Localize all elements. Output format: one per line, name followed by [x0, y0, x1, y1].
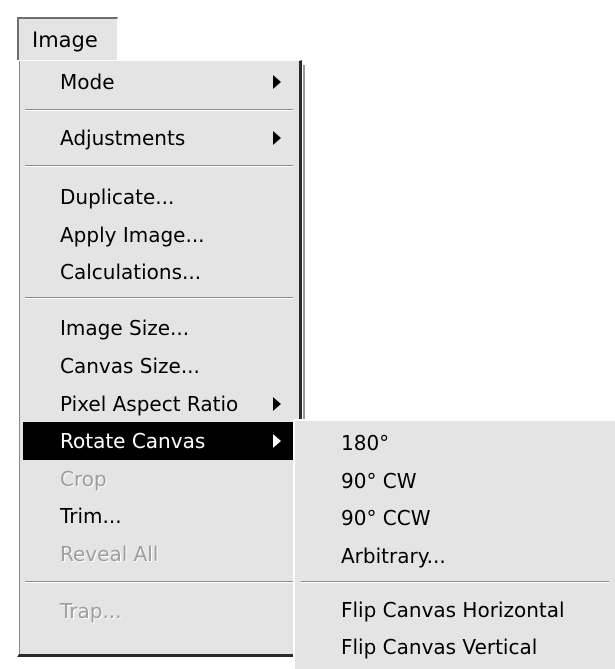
- menu-item-label: Pixel Aspect Ratio: [60, 392, 239, 416]
- screenshot-root: Image Mode Adjustments Duplicate... Appl…: [0, 0, 615, 669]
- menu-item-reveal-all[interactable]: Reveal All: [23, 535, 295, 573]
- submenu-item-arbitrary[interactable]: Arbitrary...: [297, 537, 615, 575]
- menu-item-label: Calculations...: [60, 260, 202, 284]
- menu-item-label: Adjustments: [60, 126, 186, 150]
- menu-item-label: Canvas Size...: [60, 354, 200, 378]
- submenu-arrow-icon: [273, 75, 281, 89]
- submenu-item-90-ccw[interactable]: 90° CCW: [297, 499, 615, 537]
- submenu-item-flip-vertical[interactable]: Flip Canvas Vertical: [297, 628, 615, 666]
- menu-separator: [25, 297, 293, 299]
- rotate-canvas-submenu: 180° 90° CW 90° CCW Arbitrary... Flip Ca…: [293, 419, 615, 669]
- menu-item-label: Trap...: [60, 599, 122, 623]
- menu-item-adjustments[interactable]: Adjustments: [23, 119, 295, 157]
- menu-item-label: Reveal All: [60, 542, 159, 566]
- submenu-separator: [301, 581, 609, 583]
- menu-item-label: Crop: [60, 467, 107, 491]
- menu-separator: [25, 581, 293, 583]
- menu-item-label: Trim...: [60, 504, 122, 528]
- menu-item-rotate-canvas[interactable]: Rotate Canvas: [23, 422, 295, 460]
- submenu-item-flip-horizontal[interactable]: Flip Canvas Horizontal: [297, 591, 615, 629]
- menu-separator: [25, 165, 293, 167]
- submenu-item-90-cw[interactable]: 90° CW: [297, 462, 615, 500]
- submenu-item-label: Flip Canvas Vertical: [341, 635, 538, 659]
- menu-item-calculations[interactable]: Calculations...: [23, 253, 295, 291]
- menu-item-canvas-size[interactable]: Canvas Size...: [23, 347, 295, 385]
- menu-item-label: Duplicate...: [60, 185, 175, 209]
- submenu-item-label: 180°: [341, 431, 390, 455]
- image-menu-dropdown: Mode Adjustments Duplicate... Apply Imag…: [17, 60, 305, 658]
- menu-item-mode[interactable]: Mode: [23, 63, 295, 101]
- submenu-item-180[interactable]: 180°: [297, 424, 615, 462]
- menu-item-pixel-aspect-ratio[interactable]: Pixel Aspect Ratio: [23, 385, 295, 423]
- menu-item-label: Rotate Canvas: [60, 429, 206, 453]
- submenu-item-label: Flip Canvas Horizontal: [341, 598, 565, 622]
- image-menu-button[interactable]: Image: [17, 17, 118, 61]
- menu-item-duplicate[interactable]: Duplicate...: [23, 178, 295, 216]
- submenu-arrow-icon: [273, 131, 281, 145]
- menu-item-trim[interactable]: Trim...: [23, 497, 295, 535]
- menu-item-trap[interactable]: Trap...: [23, 592, 295, 630]
- submenu-arrow-icon: [273, 397, 281, 411]
- submenu-item-label: 90° CCW: [341, 506, 431, 530]
- menu-item-crop[interactable]: Crop: [23, 460, 295, 498]
- menu-separator: [25, 109, 293, 111]
- submenu-item-label: Arbitrary...: [341, 544, 446, 568]
- menu-item-label: Image Size...: [60, 316, 190, 340]
- menu-item-image-size[interactable]: Image Size...: [23, 309, 295, 347]
- menu-item-label: Apply Image...: [60, 223, 205, 247]
- submenu-arrow-icon: [273, 434, 281, 448]
- menu-item-apply-image[interactable]: Apply Image...: [23, 216, 295, 254]
- menu-item-label: Mode: [60, 70, 115, 94]
- submenu-item-label: 90° CW: [341, 469, 417, 493]
